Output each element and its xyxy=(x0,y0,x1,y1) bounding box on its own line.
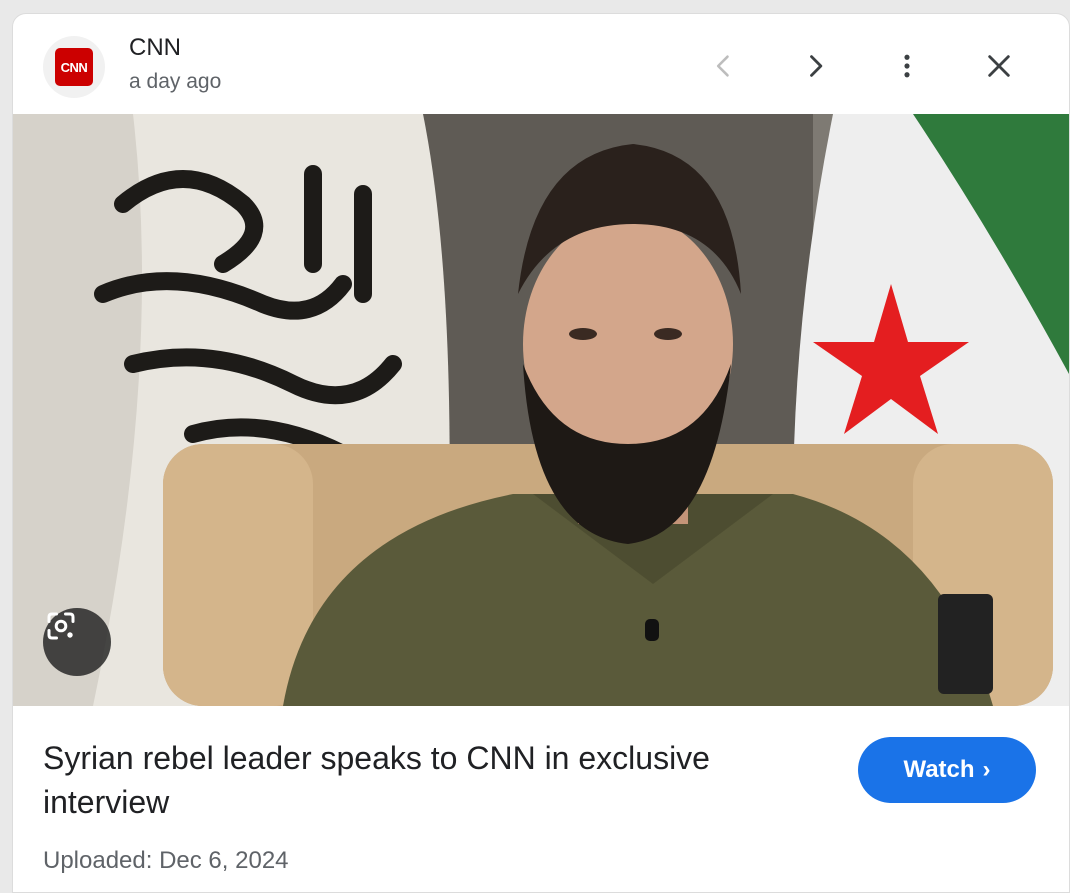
close-icon xyxy=(988,55,1010,77)
source-logo[interactable]: CNN xyxy=(43,36,105,98)
previous-button[interactable] xyxy=(698,40,750,92)
more-vertical-icon xyxy=(904,54,910,78)
more-options-button[interactable] xyxy=(881,40,933,92)
article-image[interactable] xyxy=(13,114,1069,706)
close-button[interactable] xyxy=(973,40,1025,92)
lens-search-icon xyxy=(47,612,75,640)
watch-button-label: Watch xyxy=(903,756,975,783)
cnn-logo: CNN xyxy=(55,48,93,86)
article-headline[interactable]: Syrian rebel leader speaks to CNN in exc… xyxy=(43,736,803,824)
interview-photo xyxy=(13,114,1069,706)
watch-button[interactable]: Watch › xyxy=(858,737,1036,803)
lens-search-button[interactable] xyxy=(43,608,111,676)
chevron-left-icon xyxy=(716,55,729,77)
source-name[interactable]: CNN xyxy=(129,34,181,62)
chevron-right-icon: › xyxy=(982,756,991,783)
chevron-right-icon xyxy=(810,55,823,77)
upload-date: Uploaded: Dec 6, 2024 xyxy=(43,847,289,874)
next-button[interactable] xyxy=(789,40,841,92)
news-preview-card: CNN CNN a day ago Syrian rebel leader sp… xyxy=(12,13,1070,893)
logo-text: CNN xyxy=(60,59,88,75)
source-time: a day ago xyxy=(129,70,222,93)
